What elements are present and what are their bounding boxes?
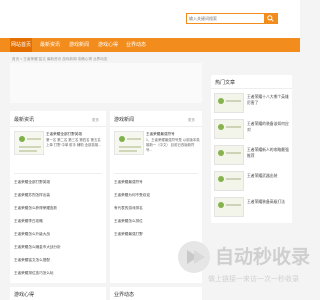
article-thumbnail[interactable] xyxy=(214,93,244,113)
list-item[interactable]: 王者荣耀铭文怎么搭配 xyxy=(14,258,50,263)
latest-more-link[interactable]: 更多 xyxy=(92,118,99,123)
games-feature-desc: 1、王者荣耀最强符号是 以前版本英雄新一（中文） 目前已改版新符号... xyxy=(146,138,200,152)
search-box xyxy=(186,13,278,24)
article-thumbnail[interactable] xyxy=(214,197,244,217)
search-input[interactable] xyxy=(189,14,264,23)
article-thumbnail[interactable] xyxy=(214,119,244,139)
list-item[interactable]: 王者荣耀怎么获得荣耀皮肤 xyxy=(14,206,57,211)
divider xyxy=(110,126,202,127)
nav-item-latest[interactable]: 最新资讯 xyxy=(38,38,62,52)
divider xyxy=(14,173,102,174)
list-item[interactable]: 王者荣耀李白攻略 xyxy=(14,219,43,224)
list-item[interactable]: 王者荣耀排位技巧怎么玩 xyxy=(14,271,54,276)
latest-news-title: 最新资讯 xyxy=(14,117,35,123)
latest-feature-title[interactable]: 王者荣耀全部打野英雄 xyxy=(46,132,104,137)
games-feature-title[interactable]: 王者荣耀最强符号 xyxy=(146,132,200,137)
list-item[interactable]: 王者荣耀为何不受欢迎 xyxy=(114,193,150,198)
watermark-logo-icon xyxy=(178,241,210,273)
nav-item-home[interactable]: 网站首页 xyxy=(10,38,32,52)
games-news-title: 游戏新闻 xyxy=(114,117,135,123)
banner-area xyxy=(10,63,202,103)
list-item[interactable]: 王者荣耀最强符号 xyxy=(114,180,143,185)
divider xyxy=(10,126,106,127)
list-item[interactable]: 王者荣耀怎么排位 xyxy=(114,219,143,224)
popular-articles-card: 热门文章 王者荣耀十八大哪个英雄厉害了 王者荣耀的装备该如何应对 王者荣耀新人的… xyxy=(211,75,292,223)
list-item[interactable]: 王者荣耀怎么升级大战 xyxy=(14,232,50,237)
tips-title: 游戏心得 xyxy=(14,292,35,298)
sidebar-article-link[interactable]: 王者荣耀的装备该如何应对 xyxy=(247,122,290,133)
nav-item-games[interactable]: 游戏新闻 xyxy=(67,38,91,52)
tips-card: 游戏心得 xyxy=(10,287,106,300)
latest-feature-desc: 第一名 第二名 第三名 第四名 第五名 上单 打野 中单 射手 辅助 全部英雄.… xyxy=(46,138,102,147)
sidebar-article-link[interactable]: 王者荣耀装备高级打法 xyxy=(247,200,290,206)
list-item[interactable]: 王者荣耀苏烈怎样出装 xyxy=(14,193,50,198)
list-item[interactable]: 王者荣耀全部打野英雄 xyxy=(14,180,50,185)
industry-title: 业界动态 xyxy=(114,292,135,298)
search-icon xyxy=(267,15,274,22)
sidebar-article-link[interactable]: 王者荣耀新人的攻略最强推荐 xyxy=(247,148,290,159)
latest-news-card: 最新资讯 更多 王者荣耀全部打野英雄 第一名 第二名 第三名 第四名 第五名 上… xyxy=(10,111,106,283)
article-thumbnail[interactable] xyxy=(214,171,244,191)
nav-item-tips[interactable]: 游戏心得 xyxy=(96,38,120,52)
latest-feature-thumbnail[interactable] xyxy=(14,131,44,155)
popular-articles-title: 热门文章 xyxy=(215,80,236,86)
games-feature-thumbnail[interactable] xyxy=(114,131,144,155)
list-item[interactable]: 王者荣耀怎么赚金币大战分析 xyxy=(14,245,61,250)
divider xyxy=(114,173,198,174)
sidebar-article-link[interactable]: 王者荣耀武器出装 xyxy=(247,174,290,180)
divider xyxy=(211,88,292,89)
search-button[interactable] xyxy=(264,14,277,23)
list-item[interactable]: 有代表的游戏排名 xyxy=(114,206,143,211)
sidebar-article-link[interactable]: 王者荣耀十八大哪个英雄厉害了 xyxy=(247,95,290,106)
breadcrumb: 首页 > 王者荣耀 铭文 最新资讯 游戏新闻 攻略心得 业界动态 xyxy=(12,57,108,61)
main-nav: 网站首页 最新资讯 游戏新闻 游戏心得 业界动态 xyxy=(0,38,300,52)
watermark-slogan: 做上链接一来访一次一秒收录 xyxy=(208,276,299,283)
watermark-brand: 自动秒收录 xyxy=(215,247,311,268)
nav-item-industry[interactable]: 业界动态 xyxy=(124,38,148,52)
list-item[interactable]: 王者荣耀最强打野 xyxy=(114,232,143,237)
article-thumbnail[interactable] xyxy=(214,145,244,165)
games-more-link[interactable]: 更多 xyxy=(188,118,195,123)
watermark: 自动秒收录 做上链接一来访一次一秒收录 xyxy=(178,237,310,297)
